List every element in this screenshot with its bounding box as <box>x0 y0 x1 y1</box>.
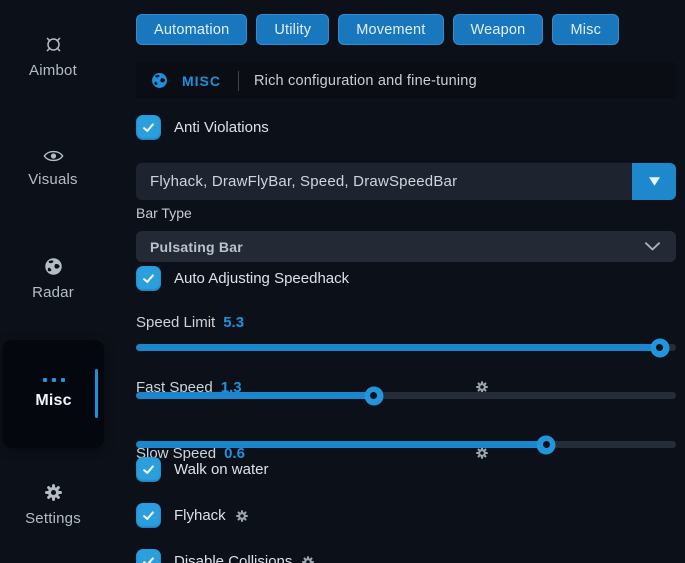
tab-movement[interactable]: Movement <box>338 14 443 45</box>
slider-fill <box>136 441 546 448</box>
sidebar-item-visuals[interactable]: Visuals <box>0 148 106 188</box>
sidebar-item-settings[interactable]: Settings <box>0 482 106 527</box>
disable-collisions-row: Disable Collisions <box>136 549 676 563</box>
globe-icon <box>43 256 64 277</box>
triangle-down-icon <box>648 176 661 187</box>
section-subtitle: Rich configuration and fine-tuning <box>254 73 477 89</box>
auto-adjusting-checkbox[interactable] <box>136 266 161 291</box>
check-icon <box>141 508 156 523</box>
flyhack-label: Flyhack <box>174 507 226 524</box>
slider-handle[interactable] <box>650 338 669 357</box>
slow-speed-slider[interactable] <box>136 441 676 448</box>
dropdown-open-button[interactable] <box>632 163 676 200</box>
tab-automation[interactable]: Automation <box>136 14 247 45</box>
auto-adjusting-row: Auto Adjusting Speedhack <box>136 266 676 291</box>
section-header: MISC Rich configuration and fine-tuning <box>136 62 676 99</box>
check-icon <box>141 554 156 563</box>
flyhack-checkbox[interactable] <box>136 503 161 528</box>
bar-type-label: Bar Type <box>136 205 676 221</box>
tab-misc[interactable]: Misc <box>552 14 619 45</box>
tab-bar: Automation Utility Movement Weapon Misc <box>136 14 676 45</box>
sidebar-item-label: Settings <box>25 510 81 527</box>
sidebar-item-label: Misc <box>35 392 71 410</box>
auto-adjusting-label: Auto Adjusting Speedhack <box>174 270 349 287</box>
app-window: Aimbot Visuals Radar Misc <box>0 0 685 563</box>
selected-indicator <box>95 369 98 418</box>
speed-limit-label: Speed Limit <box>136 314 215 331</box>
speed-limit-slider[interactable] <box>136 344 676 351</box>
header-divider <box>238 71 239 91</box>
bar-flags-value: Flyhack, DrawFlyBar, Speed, DrawSpeedBar <box>136 173 632 190</box>
slider-handle[interactable] <box>364 386 383 405</box>
sidebar-item-label: Visuals <box>28 171 77 188</box>
walk-on-water-row: Walk on water <box>136 457 676 482</box>
check-icon <box>141 271 156 286</box>
sidebar-item-radar[interactable]: Radar <box>0 256 106 301</box>
slider-fill <box>136 392 374 399</box>
gear-icon <box>43 482 64 503</box>
speed-limit-value: 5.3 <box>223 314 244 331</box>
check-icon <box>141 120 156 135</box>
sidebar-item-aimbot[interactable]: Aimbot <box>0 34 106 79</box>
globe-icon <box>150 71 169 90</box>
anti-violations-row: Anti Violations <box>136 115 676 140</box>
sidebar-item-label: Radar <box>32 284 74 301</box>
flyhack-row: Flyhack <box>136 503 676 528</box>
walk-on-water-label: Walk on water <box>174 461 268 478</box>
eye-icon <box>43 148 64 164</box>
anti-violations-checkbox[interactable] <box>136 115 161 140</box>
disable-collisions-checkbox[interactable] <box>136 549 161 563</box>
tab-utility[interactable]: Utility <box>256 14 329 45</box>
section-title: MISC <box>182 73 221 89</box>
slider-fill <box>136 344 660 351</box>
sidebar-item-label: Aimbot <box>29 62 77 79</box>
dots-icon <box>43 378 65 382</box>
tab-weapon[interactable]: Weapon <box>453 14 544 45</box>
check-icon <box>141 462 156 477</box>
sidebar-item-misc[interactable]: Misc <box>3 340 104 448</box>
main-content: Automation Utility Movement Weapon Misc … <box>136 0 676 563</box>
crosshair-icon <box>43 34 64 55</box>
walk-on-water-checkbox[interactable] <box>136 457 161 482</box>
bar-type-value: Pulsating Bar <box>150 239 645 255</box>
disable-collisions-label: Disable Collisions <box>174 553 292 563</box>
flyhack-gear-icon[interactable] <box>234 508 250 524</box>
fast-speed-slider[interactable] <box>136 392 676 399</box>
anti-violations-label: Anti Violations <box>174 119 269 136</box>
chevron-down-icon <box>645 242 660 251</box>
bar-flags-select[interactable]: Flyhack, DrawFlyBar, Speed, DrawSpeedBar <box>136 163 676 200</box>
disable-collisions-gear-icon[interactable] <box>300 554 316 563</box>
bar-type-select[interactable]: Pulsating Bar <box>136 231 676 262</box>
slider-handle[interactable] <box>537 435 556 454</box>
sidebar: Aimbot Visuals Radar Misc <box>0 0 112 563</box>
speed-limit-label-row: Speed Limit 5.3 <box>136 314 676 331</box>
